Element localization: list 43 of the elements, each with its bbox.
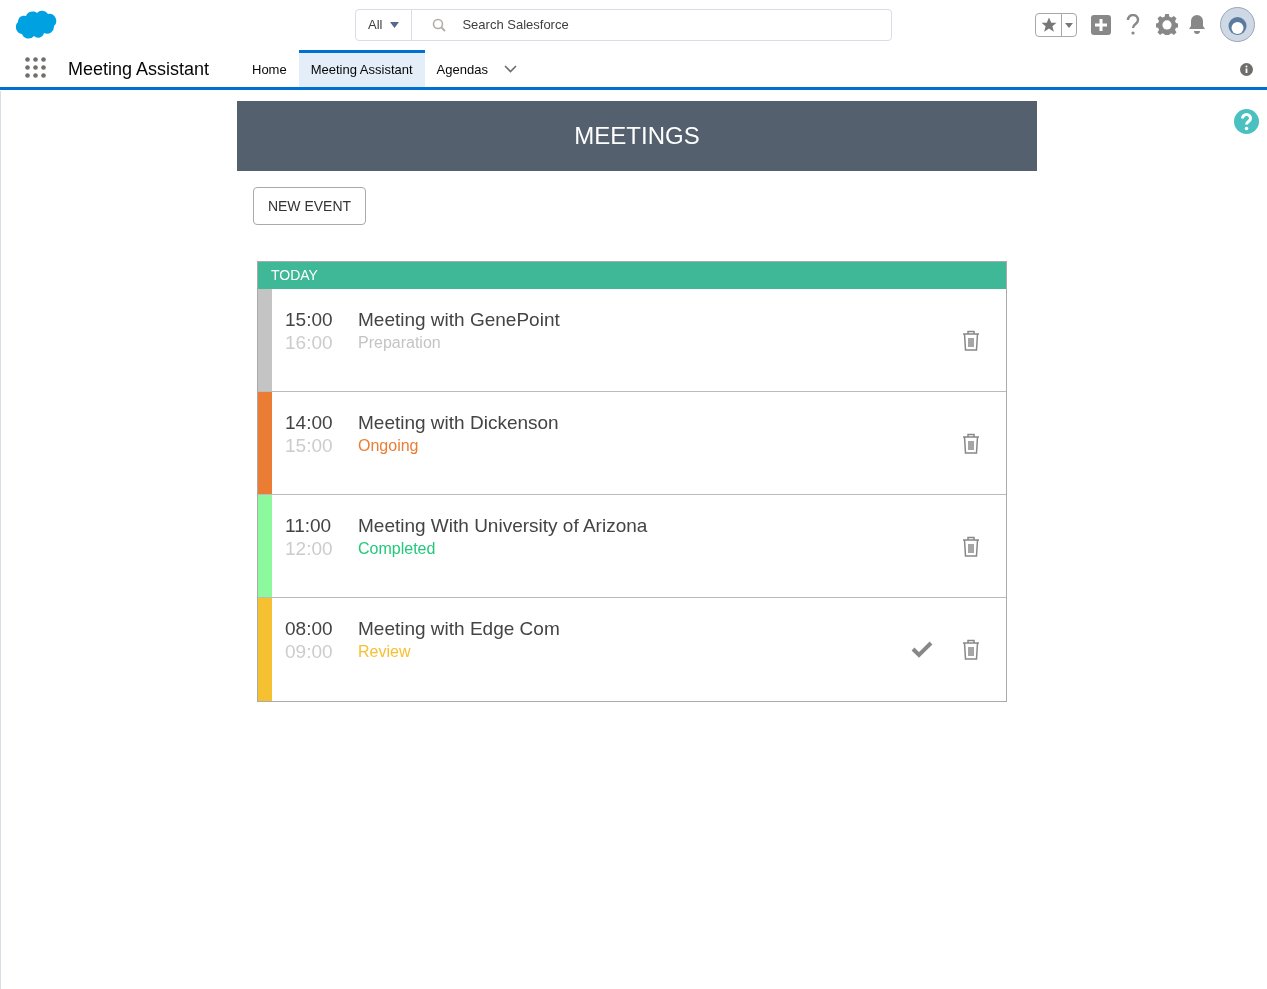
meeting-title: Meeting With University of Arizona xyxy=(358,514,649,537)
meeting-status: Review xyxy=(358,642,412,662)
search-icon xyxy=(432,18,447,32)
section-header: TODAY xyxy=(258,262,1006,289)
plus-icon[interactable] xyxy=(1091,15,1111,35)
star-icon xyxy=(1039,16,1058,34)
new-event-button[interactable]: NEW EVENT xyxy=(253,187,366,225)
help-icon[interactable] xyxy=(1125,14,1141,36)
app-launcher-icon[interactable] xyxy=(25,57,46,78)
nav-tab[interactable]: Agendas xyxy=(424,50,500,87)
checkmark-icon[interactable] xyxy=(911,641,933,658)
caret-icon xyxy=(1065,22,1073,28)
search-input[interactable]: Search Salesforce xyxy=(462,15,891,35)
meeting-status: Ongoing xyxy=(358,436,420,456)
start-time: 08:00 xyxy=(285,617,334,640)
search-bar[interactable]: All Search Salesforce xyxy=(355,9,892,41)
start-time: 11:00 xyxy=(285,514,333,537)
page-header: MEETINGS xyxy=(237,101,1037,171)
cloud-logo-icon[interactable] xyxy=(16,10,58,40)
trash-icon[interactable] xyxy=(962,639,980,660)
nav-tab[interactable]: Meeting Assistant xyxy=(298,50,425,87)
settings-icon[interactable] xyxy=(1156,13,1178,35)
start-time: 15:00 xyxy=(285,308,334,331)
favorites-button[interactable] xyxy=(1035,13,1077,37)
trash-icon[interactable] xyxy=(962,432,980,454)
meeting-title: Meeting with GenePoint xyxy=(358,308,561,331)
meeting-status: Completed xyxy=(358,539,437,559)
search-scope-dropdown[interactable]: All xyxy=(356,10,413,40)
meeting-status: Preparation xyxy=(358,333,442,353)
meeting-title: Meeting with Dickenson xyxy=(358,411,560,434)
trash-icon[interactable] xyxy=(962,535,980,557)
bell-icon[interactable] xyxy=(1187,14,1207,34)
nav-tab[interactable]: Home xyxy=(240,50,299,87)
start-time: 14:00 xyxy=(285,411,334,434)
chevron-down-icon[interactable] xyxy=(503,64,517,73)
app-name: Meeting Assistant xyxy=(68,58,210,81)
meeting-title: Meeting with Edge Com xyxy=(358,617,561,640)
scope-label: All xyxy=(368,16,383,35)
caret-icon xyxy=(390,22,400,28)
avatar-icon[interactable] xyxy=(1220,7,1255,42)
help-icon[interactable] xyxy=(1234,109,1259,134)
info-icon[interactable] xyxy=(1240,63,1253,76)
trash-icon[interactable] xyxy=(962,329,980,351)
